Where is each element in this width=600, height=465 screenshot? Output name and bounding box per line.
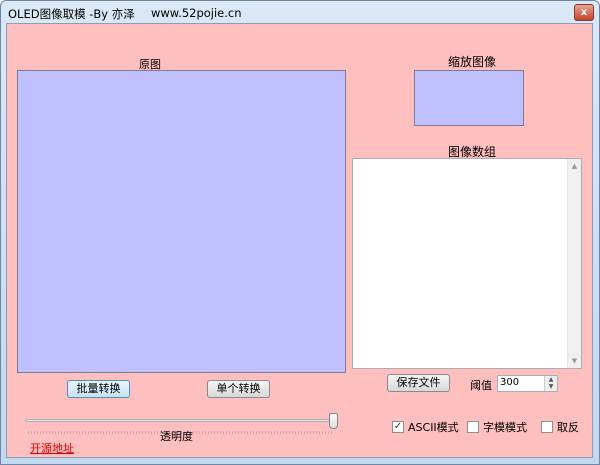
opacity-label: 透明度 xyxy=(160,430,193,443)
window-url: www.52pojie.cn xyxy=(151,6,242,20)
threshold-value[interactable]: 300 xyxy=(500,377,519,388)
opacity-slider-track[interactable] xyxy=(25,419,335,422)
checkbox-icon[interactable] xyxy=(541,421,553,433)
close-button[interactable]: x xyxy=(574,4,594,21)
scaled-label: 缩放图像 xyxy=(448,55,497,69)
image-array-textarea[interactable]: ▲ ▼ xyxy=(352,158,582,369)
invert-checkbox[interactable]: 取反 xyxy=(541,419,579,435)
source-link[interactable]: 开源地址 xyxy=(30,440,74,456)
checkbox-label: ASCII模式 xyxy=(408,421,459,434)
checkbox-label: 字模模式 xyxy=(483,421,527,434)
spinner-arrows-icon[interactable]: ▲ ▼ xyxy=(544,376,557,391)
checkbox-icon[interactable]: ✓ xyxy=(392,421,404,433)
opacity-slider-thumb[interactable] xyxy=(329,413,338,429)
scroll-up-icon[interactable]: ▲ xyxy=(568,162,581,170)
scaled-image xyxy=(414,70,524,126)
font-mode-checkbox[interactable]: 字模模式 xyxy=(467,419,527,435)
save-file-button[interactable]: 保存文件 xyxy=(387,374,450,392)
checkbox-icon[interactable] xyxy=(467,421,479,433)
threshold-spinner[interactable]: 300 ▲ ▼ xyxy=(497,375,558,392)
scrollbar[interactable]: ▲ ▼ xyxy=(567,159,581,368)
original-image xyxy=(17,70,346,373)
window-title: OLED图像取模 -By 亦泽 xyxy=(8,7,135,21)
threshold-label: 阈值 xyxy=(470,379,492,392)
ascii-mode-checkbox[interactable]: ✓ ASCII模式 xyxy=(392,419,459,435)
single-convert-button[interactable]: 单个转换 xyxy=(207,380,270,398)
batch-convert-button[interactable]: 批量转换 xyxy=(67,380,130,398)
checkbox-label: 取反 xyxy=(557,421,579,434)
scroll-down-icon[interactable]: ▼ xyxy=(568,357,581,365)
